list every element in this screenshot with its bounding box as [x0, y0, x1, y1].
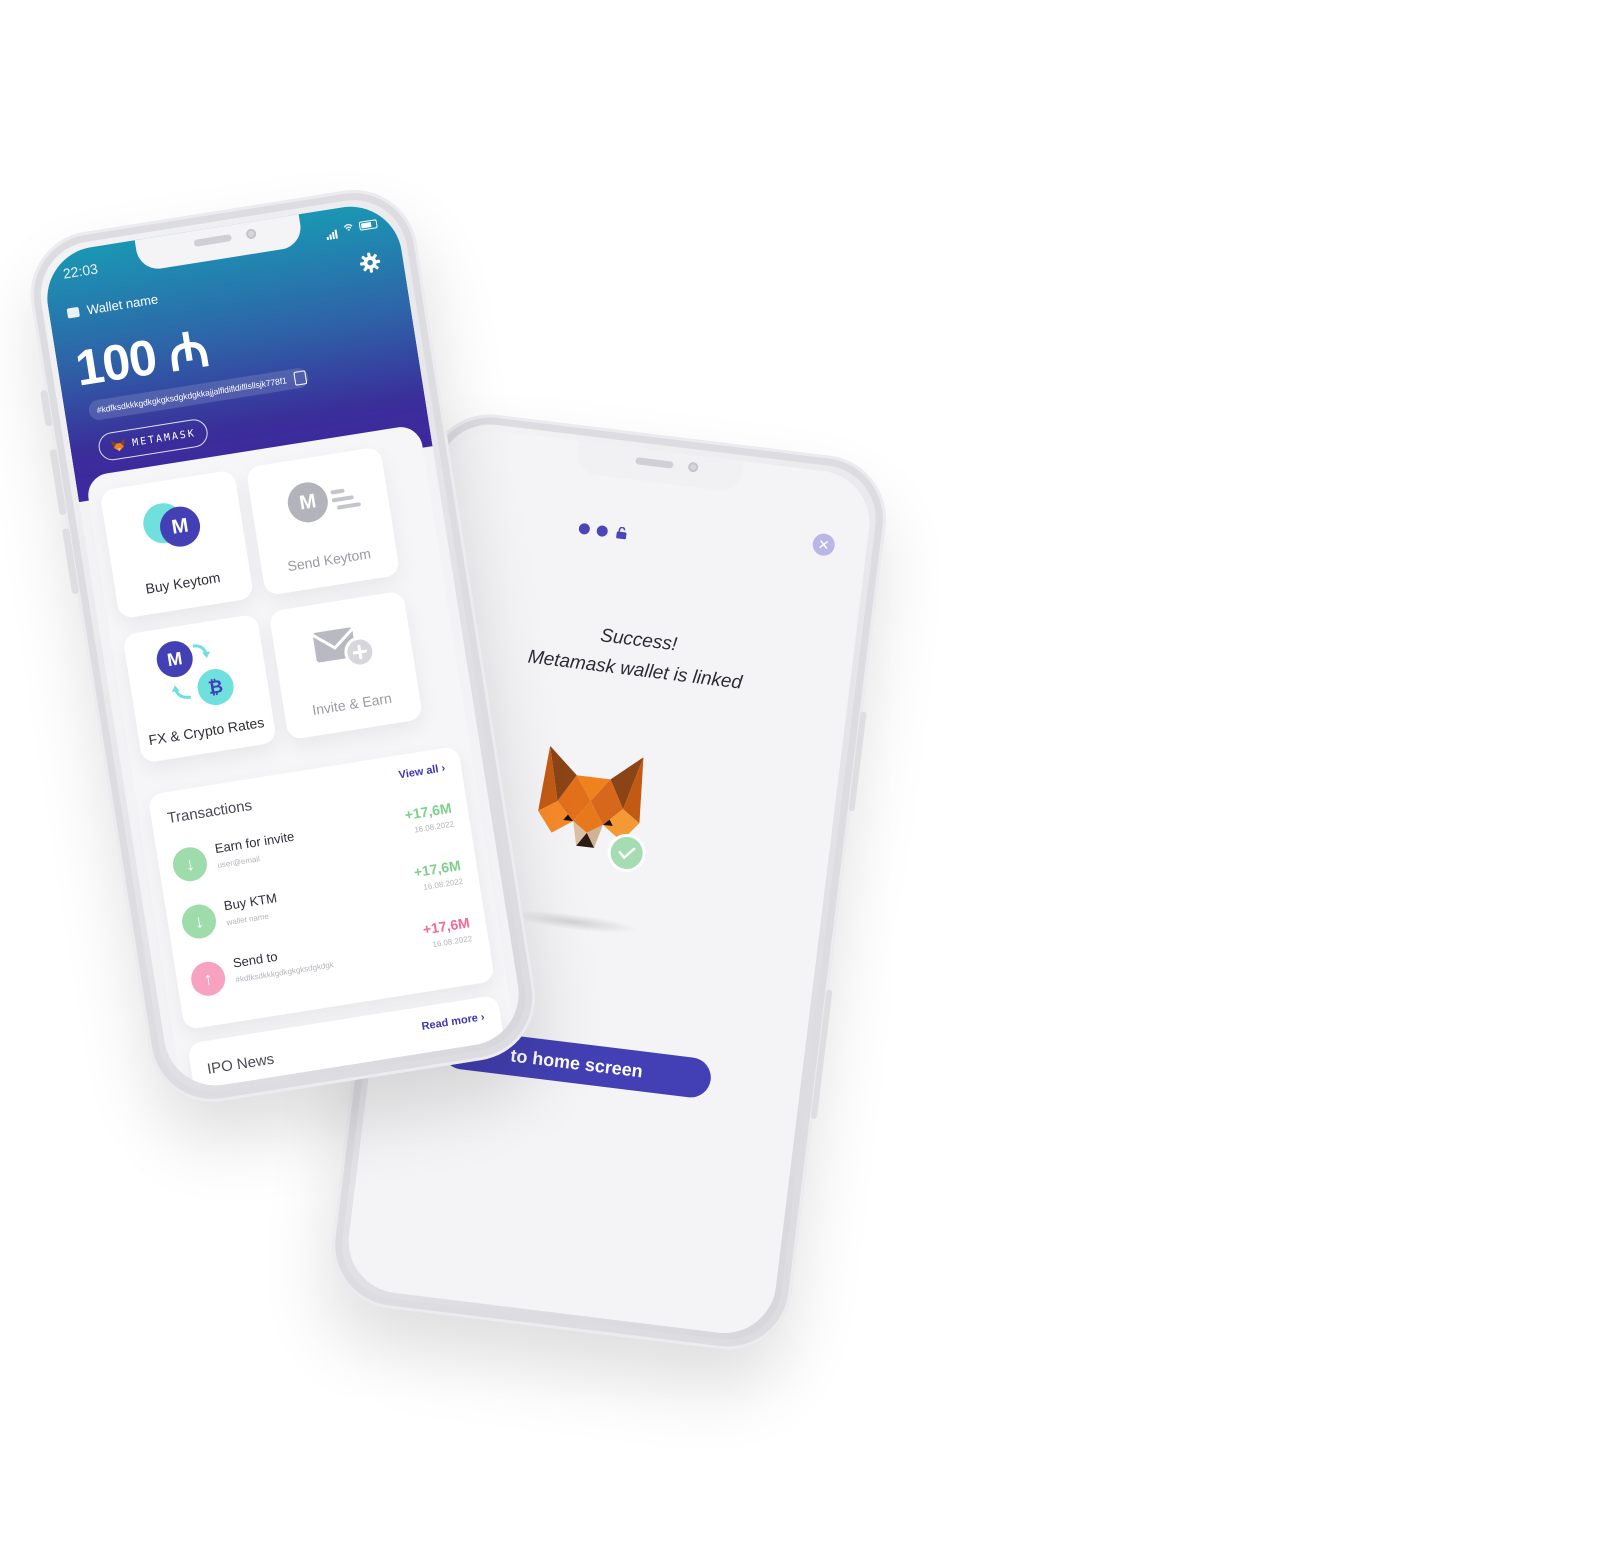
wallet-content: M Buy Keytom M Send Keytom M ₿ FX & Cryp…	[85, 424, 517, 1093]
metamask-badge[interactable]: METAMASK	[96, 417, 210, 463]
side-button	[848, 711, 867, 812]
battery-icon	[358, 218, 378, 231]
transaction-name: Send to	[231, 948, 279, 971]
send-coin-icon: M	[284, 479, 331, 526]
arrow-down-icon: ↓	[170, 844, 210, 884]
transaction-date: 16.08.2022	[431, 934, 473, 950]
check-icon	[618, 847, 636, 859]
fx-crypto-rates-tile[interactable]: M ₿ FX & Crypto Rates	[122, 613, 277, 764]
buy-keytom-label: Buy Keytom	[144, 569, 222, 597]
notch	[575, 441, 745, 494]
dots-lock-icon	[578, 522, 627, 540]
gear-icon[interactable]	[358, 250, 383, 275]
metamask-fox-icon	[529, 741, 652, 875]
status-icons	[324, 214, 378, 241]
side-button	[61, 528, 80, 595]
copy-icon[interactable]	[293, 370, 308, 386]
transactions-card: Transactions View all › ↓ Earn for invit…	[147, 745, 496, 1031]
envelope-plus-icon	[311, 627, 376, 668]
close-button[interactable]: ✕	[811, 532, 836, 557]
metamask-label: METAMASK	[131, 427, 197, 449]
fox-shadow	[508, 906, 640, 938]
arrow-up-icon: ↑	[188, 959, 228, 999]
status-time: 22:03	[61, 260, 99, 282]
check-badge	[605, 831, 648, 875]
invite-earn-label: Invite & Earn	[311, 689, 393, 719]
close-icon: ✕	[816, 535, 831, 554]
exchange-arrow-icon	[192, 644, 210, 659]
lock-icon	[616, 526, 627, 540]
arrow-down-icon: ↓	[179, 902, 219, 941]
transactions-title: Transactions	[166, 796, 254, 828]
side-button	[810, 989, 833, 1120]
success-message-block: Success! Metamask wallet is linked	[459, 605, 814, 707]
buy-keytom-tile[interactable]: M Buy Keytom	[99, 469, 255, 620]
send-keytom-label: Send Keytom	[286, 545, 372, 575]
read-more-link[interactable]: Read more ›	[421, 1011, 486, 1033]
transaction-amount: +17,6M	[421, 914, 471, 938]
transaction-date: 16.08.2022	[422, 876, 464, 892]
view-all-link[interactable]: View all ›	[398, 762, 446, 781]
transaction-name: Buy KTM	[222, 890, 278, 914]
notch	[134, 214, 304, 272]
bitcoin-coin-icon: ₿	[194, 666, 237, 708]
invite-earn-tile[interactable]: Invite & Earn	[268, 590, 424, 741]
side-button	[49, 449, 67, 516]
side-button	[40, 389, 53, 427]
send-keytom-tile[interactable]: M Send Keytom	[245, 446, 401, 597]
transaction-date: 16.08.2022	[413, 819, 455, 835]
fx-crypto-rates-label: FX & Crypto Rates	[147, 714, 266, 749]
signal-icon	[324, 220, 339, 241]
wallet-name: Wallet name	[85, 291, 160, 318]
motion-lines-icon	[330, 488, 361, 510]
home-button-label: to home screen	[509, 1045, 644, 1082]
keytom-coin-icon: M	[154, 638, 196, 680]
exchange-arrow-icon	[171, 685, 192, 699]
transaction-amount: +17,6M	[412, 857, 462, 881]
phone-wallet: 22:03 Wallet name 100 ₼ #kdfksdkkkgdkgkg…	[21, 180, 545, 1112]
wallet-icon	[66, 306, 80, 319]
wallet-name-row[interactable]: Wallet name	[66, 291, 159, 320]
ipo-news-title: IPO News	[205, 1050, 276, 1078]
wallet-screen: 22:03 Wallet name 100 ₼ #kdfksdkkkgdkgkg…	[39, 199, 527, 1093]
transaction-amount: +17,6M	[403, 799, 453, 823]
metamask-fox-icon	[110, 438, 125, 452]
wifi-icon	[343, 224, 353, 231]
